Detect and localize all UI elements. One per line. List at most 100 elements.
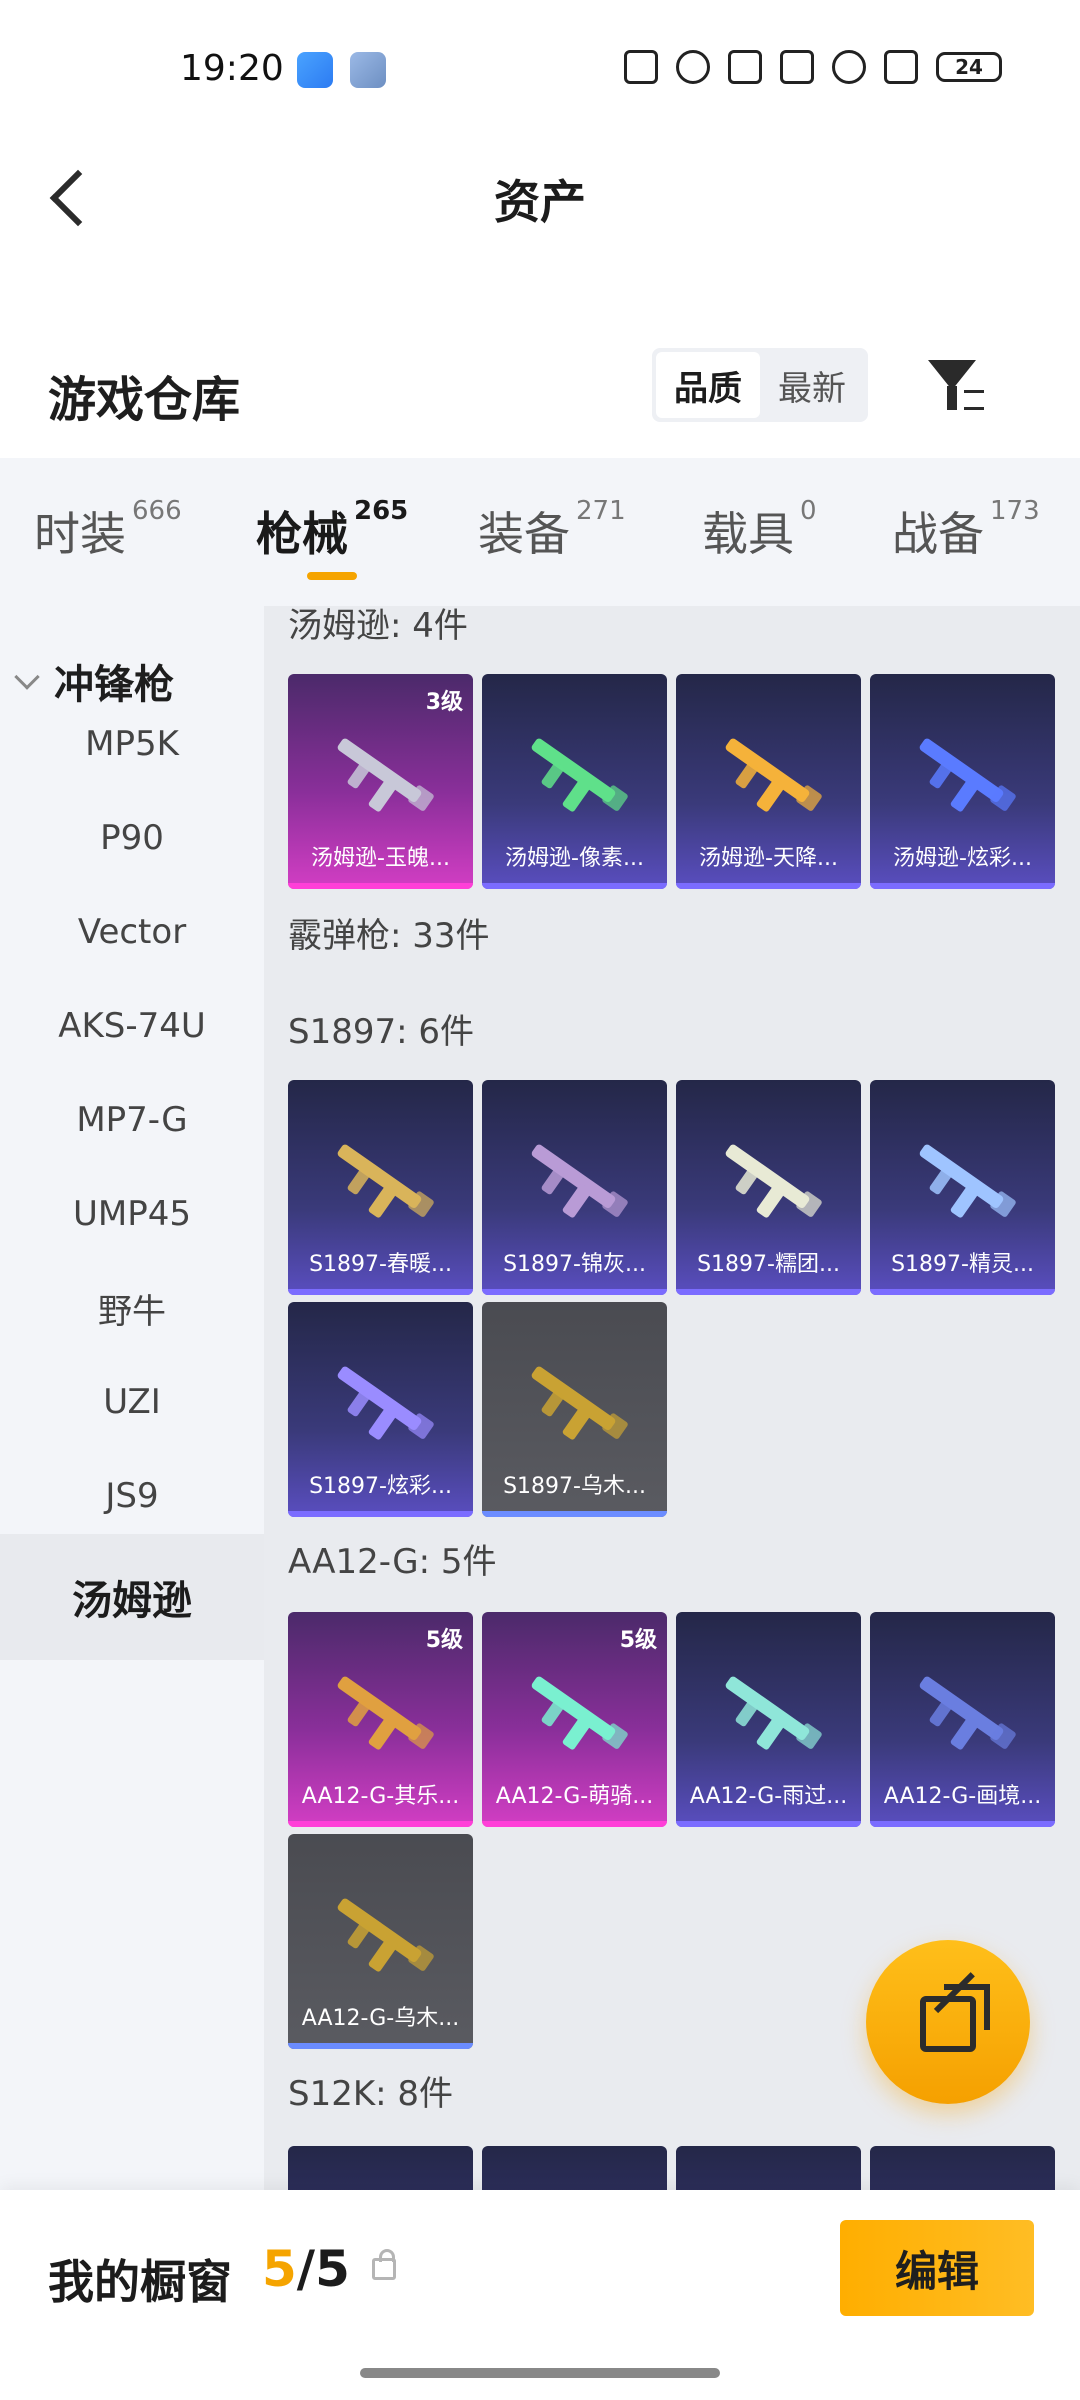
mute-icon xyxy=(676,50,710,84)
sidebar-item-bison[interactable]: 野牛 xyxy=(0,1258,264,1358)
gun-icon xyxy=(531,738,628,812)
sidebar-item-mp7g[interactable]: MP7-G xyxy=(0,1070,264,1170)
item-card[interactable]: S1897-乌木... xyxy=(482,1302,667,1517)
lock-icon xyxy=(372,2249,396,2280)
item-card[interactable]: 汤姆逊-像素... xyxy=(482,674,667,889)
item-card[interactable] xyxy=(676,2146,861,2190)
item-card[interactable]: 5级 AA12-G-萌骑... xyxy=(482,1612,667,1827)
sidebar-item-thompson[interactable]: 汤姆逊 xyxy=(0,1534,264,1660)
level-badge: 5级 xyxy=(619,1628,657,1653)
tab-count: 173 xyxy=(990,496,1040,526)
filter-button[interactable] xyxy=(920,352,990,422)
status-time: 19:20 xyxy=(180,48,284,89)
item-name: S1897-精灵... xyxy=(891,1252,1034,1277)
sidebar-item-aks74u[interactable]: AKS-74U xyxy=(0,976,264,1076)
sidebar-item-js9[interactable]: JS9 xyxy=(0,1446,264,1546)
item-card[interactable]: S1897-糯团... xyxy=(676,1080,861,1295)
sort-option-quality[interactable]: 品质 xyxy=(656,352,760,418)
sort-option-newest[interactable]: 最新 xyxy=(760,352,864,418)
weapon-sidebar: 冲锋枪 MP5K P90 Vector AKS-74U MP7-G UMP45 … xyxy=(0,606,264,2190)
item-card[interactable]: S1897-精灵... xyxy=(870,1080,1055,1295)
item-name: S1897-糯团... xyxy=(697,1252,840,1277)
item-name: AA12-G-乌木... xyxy=(301,2006,460,2031)
level-badge: 3级 xyxy=(425,690,463,715)
page-title: 资产 xyxy=(494,175,586,229)
item-card[interactable] xyxy=(870,2146,1055,2190)
item-card[interactable] xyxy=(482,2146,667,2190)
gun-icon xyxy=(337,1898,434,1972)
group-title: 霰弹枪: 33件 xyxy=(288,916,490,956)
sidebar-item-ump45[interactable]: UMP45 xyxy=(0,1164,264,1264)
tab-fashion[interactable]: 时装 666 xyxy=(34,496,182,564)
battery-icon: 24 xyxy=(936,52,1002,82)
tab-count: 271 xyxy=(576,496,626,526)
wifi-icon xyxy=(832,50,866,84)
tab-supplies[interactable]: 战备 173 xyxy=(892,496,1040,564)
item-card[interactable]: AA12-G-乌木... xyxy=(288,1834,473,2049)
item-name: AA12-G-萌骑... xyxy=(495,1784,654,1809)
showcase-separator: / xyxy=(296,2240,316,2298)
item-name: S1897-炫彩... xyxy=(309,1474,452,1499)
item-card[interactable]: S1897-春暖... xyxy=(288,1080,473,1295)
sidebar-item-mp5k[interactable]: MP5K xyxy=(0,694,264,794)
item-card[interactable]: S1897-炫彩... xyxy=(288,1302,473,1517)
tab-label: 战备 xyxy=(892,507,984,561)
gun-icon xyxy=(531,1676,628,1750)
status-icons: 24 xyxy=(624,50,1002,84)
nfc-icon xyxy=(624,50,658,84)
item-card[interactable]: S1897-锦灰... xyxy=(482,1080,667,1295)
item-name: S1897-乌木... xyxy=(503,1474,646,1499)
item-card[interactable]: 汤姆逊-炫彩... xyxy=(870,674,1055,889)
gun-icon xyxy=(725,1144,822,1218)
tab-count: 265 xyxy=(354,496,409,526)
item-card[interactable]: AA12-G-雨过... xyxy=(676,1612,861,1827)
signal-icon xyxy=(884,50,918,84)
tab-count: 0 xyxy=(800,496,817,526)
item-name: 汤姆逊-炫彩... xyxy=(893,846,1032,871)
hd-icon xyxy=(780,50,814,84)
tab-guns[interactable]: 枪械 265 xyxy=(256,496,409,564)
gun-icon xyxy=(337,738,434,812)
gun-icon xyxy=(919,1144,1016,1218)
active-tab-indicator xyxy=(307,572,357,580)
item-name: S1897-春暖... xyxy=(309,1252,452,1277)
gun-icon xyxy=(919,738,1016,812)
share-button[interactable] xyxy=(866,1940,1030,2104)
showcase-current: 5 xyxy=(262,2240,297,2298)
home-indicator[interactable] xyxy=(360,2368,720,2378)
section-title: 游戏仓库 xyxy=(48,372,241,428)
tab-equipment[interactable]: 装备 271 xyxy=(478,496,626,564)
item-name: 汤姆逊-玉魄... xyxy=(311,846,450,871)
status-bar: 19:20 24 xyxy=(0,0,1080,140)
level-badge: 5级 xyxy=(425,1628,463,1653)
sort-toggle: 品质 最新 xyxy=(652,348,868,422)
showcase-total: 5 xyxy=(315,2240,350,2298)
gun-icon xyxy=(337,1366,434,1440)
tab-vehicles[interactable]: 载具 0 xyxy=(702,496,817,564)
gun-icon xyxy=(531,1144,628,1218)
tab-label: 载具 xyxy=(702,507,794,561)
showcase-label: 我的橱窗 xyxy=(48,2255,232,2309)
item-card[interactable]: 5级 AA12-G-其乐... xyxy=(288,1612,473,1827)
sidebar-item-p90[interactable]: P90 xyxy=(0,788,264,888)
category-tabs: 时装 666 枪械 265 装备 271 载具 0 战备 173 xyxy=(0,458,1080,606)
edit-button[interactable]: 编辑 xyxy=(840,2220,1034,2316)
item-card[interactable] xyxy=(288,2146,473,2190)
group-title: 汤姆逊: 4件 xyxy=(288,606,468,646)
sidebar-item-vector[interactable]: Vector xyxy=(0,882,264,982)
group-title: S12K: 8件 xyxy=(288,2074,454,2114)
item-card[interactable]: 3级 汤姆逊-玉魄... xyxy=(288,674,473,889)
item-card[interactable]: AA12-G-画境... xyxy=(870,1612,1055,1827)
tab-label: 装备 xyxy=(478,507,570,561)
tab-count: 666 xyxy=(132,496,182,526)
sidebar-item-uzi[interactable]: UZI xyxy=(0,1352,264,1452)
gun-icon xyxy=(725,738,822,812)
tab-label: 枪械 xyxy=(256,507,348,561)
tab-label: 时装 xyxy=(34,507,126,561)
gun-icon xyxy=(337,1676,434,1750)
bluetooth-icon xyxy=(728,50,762,84)
item-card[interactable]: 汤姆逊-天降... xyxy=(676,674,861,889)
app-notification-icon xyxy=(297,52,333,88)
gun-icon xyxy=(337,1144,434,1218)
item-name: AA12-G-其乐... xyxy=(301,1784,460,1809)
